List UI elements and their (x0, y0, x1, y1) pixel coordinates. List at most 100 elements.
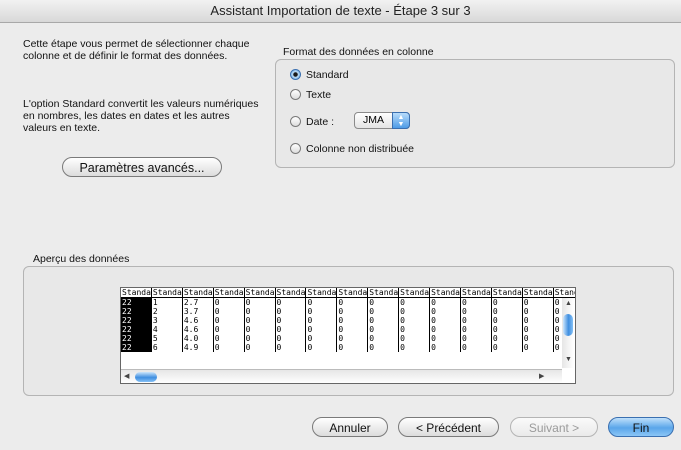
radio-skip-column-label: Colonne non distribuée (306, 143, 414, 155)
preview-cell: 4.6 (181, 316, 214, 325)
radio-button[interactable] (290, 116, 301, 127)
preview-cell: 0 (398, 334, 430, 343)
preview-row: 22 1 2.7 0 0 0 0 0 0 0 0 0 0 0 0 (121, 297, 575, 307)
preview-column-header[interactable]: Standa (552, 288, 575, 298)
preview-cell: 0 (367, 297, 399, 307)
preview-column-header[interactable]: Standa (274, 288, 306, 298)
preview-cell: 2.7 (181, 297, 214, 307)
preview-cell: 0 (305, 325, 337, 334)
text-import-wizard-window: Assistant Importation de texte - Étape 3… (0, 0, 681, 450)
preview-cell: 0 (490, 334, 523, 343)
preview-cell: 0 (212, 297, 245, 307)
preview-cell: 0 (243, 343, 276, 352)
preview-cell: 0 (521, 334, 554, 343)
preview-cell: 0 (490, 297, 523, 307)
horizontal-scroll-thumb[interactable] (135, 372, 157, 382)
preview-cell: 4.0 (181, 334, 214, 343)
preview-column-header[interactable]: Standa (305, 288, 337, 298)
cancel-button[interactable]: Annuler (312, 417, 388, 437)
preview-cell: 0 (212, 343, 245, 352)
preview-cell: 0 (459, 343, 492, 352)
preview-cell: 1 (150, 297, 183, 307)
preview-cell: 0 (521, 316, 554, 325)
preview-cell: 0 (398, 307, 430, 316)
preview-cell: 0 (459, 307, 492, 316)
preview-cell: 0 (336, 325, 368, 334)
next-button[interactable]: Suivant > (510, 417, 598, 437)
preview-cell: 0 (336, 316, 368, 325)
advanced-settings-button[interactable]: Paramètres avancés... (62, 157, 222, 177)
scroll-down-icon[interactable]: ▼ (565, 356, 572, 363)
preview-cell: 0 (459, 334, 492, 343)
date-format-popup[interactable]: JMA ▲ ▼ (354, 112, 410, 129)
preview-cell: 0 (212, 325, 245, 334)
preview-cell: 0 (490, 343, 523, 352)
preview-cell: 0 (243, 316, 276, 325)
preview-column-header[interactable]: Standa (521, 288, 554, 298)
scroll-up-icon[interactable]: ▲ (565, 300, 572, 307)
preview-cell: 0 (336, 297, 368, 307)
preview-column-header[interactable]: Standa (490, 288, 523, 298)
preview-cell: 0 (212, 307, 245, 316)
preview-cell: 0 (398, 316, 430, 325)
preview-cell: 22 (121, 307, 152, 316)
preview-cell: 22 (121, 334, 152, 343)
preview-column-header[interactable]: Standa (398, 288, 430, 298)
preview-cell: 0 (490, 307, 523, 316)
preview-cell: 4 (150, 325, 183, 334)
horizontal-scrollbar[interactable]: ◀ ▶ (121, 369, 562, 383)
preview-cell: 0 (429, 343, 461, 352)
preview-cell: 0 (521, 325, 554, 334)
preview-cell: 0 (274, 297, 306, 307)
radio-button-checked[interactable] (290, 69, 301, 80)
preview-cell: 22 (121, 325, 152, 334)
preview-cell: 0 (367, 334, 399, 343)
preview-cell: 0 (459, 297, 492, 307)
preview-cell: 0 (429, 297, 461, 307)
preview-grid[interactable]: Standa Standa Standa Standa Standa Standa Stan… (121, 288, 575, 352)
preview-column-header[interactable]: Standa (336, 288, 368, 298)
vertical-scrollbar[interactable]: ▲ ▼ (562, 298, 574, 368)
preview-cell: 3 (150, 316, 183, 325)
preview-column-header[interactable]: Standa (181, 288, 214, 298)
preview-row: 22 6 4.9 0 0 0 0 0 0 0 0 0 0 0 0 (121, 343, 575, 352)
preview-column-header[interactable]: Standa (367, 288, 399, 298)
preview-cell: 0 (521, 307, 554, 316)
preview-cell: 0 (521, 297, 554, 307)
preview-cell: 0 (490, 325, 523, 334)
preview-cell: 5 (150, 334, 183, 343)
preview-column-header[interactable]: Standa (212, 288, 245, 298)
preview-column-header[interactable]: Standa (429, 288, 461, 298)
preview-column-header[interactable]: Standa (459, 288, 492, 298)
preview-row: 22 4 4.6 0 0 0 0 0 0 0 0 0 0 0 0 (121, 325, 575, 334)
preview-column-header[interactable]: Standa (243, 288, 276, 298)
preview-cell: 0 (367, 343, 399, 352)
preview-cell: 0 (459, 325, 492, 334)
radio-button[interactable] (290, 89, 301, 100)
vertical-scroll-thumb[interactable] (563, 314, 573, 336)
preview-cell: 0 (336, 343, 368, 352)
preview-cell: 4.9 (181, 343, 214, 352)
preview-cell: 0 (243, 307, 276, 316)
preview-column-header[interactable]: Standa (150, 288, 183, 298)
scroll-right-icon[interactable]: ▶ (539, 372, 544, 380)
preview-cell: 0 (274, 343, 306, 352)
preview-cell: 4.6 (181, 325, 214, 334)
preview-cell: 0 (305, 297, 337, 307)
preview-cell: 0 (336, 307, 368, 316)
radio-button[interactable] (290, 143, 301, 154)
scroll-left-icon[interactable]: ◀ (124, 372, 129, 380)
preview-cell: 0 (243, 325, 276, 334)
preview-row: 22 2 3.7 0 0 0 0 0 0 0 0 0 0 0 0 (121, 307, 575, 316)
preview-cell: 6 (150, 343, 183, 352)
radio-standard-label: Standard (306, 69, 349, 81)
previous-button[interactable]: < Précédent (398, 417, 499, 437)
preview-cell: 2 (150, 307, 183, 316)
preview-cell: 0 (243, 334, 276, 343)
preview-cell: 0 (490, 316, 523, 325)
finish-button[interactable]: Fin (608, 417, 674, 437)
preview-cell: 0 (521, 343, 554, 352)
preview-column-header[interactable]: Standa (121, 288, 152, 298)
preview-cell: 22 (121, 316, 152, 325)
popup-arrows-icon: ▲ ▼ (392, 112, 410, 129)
